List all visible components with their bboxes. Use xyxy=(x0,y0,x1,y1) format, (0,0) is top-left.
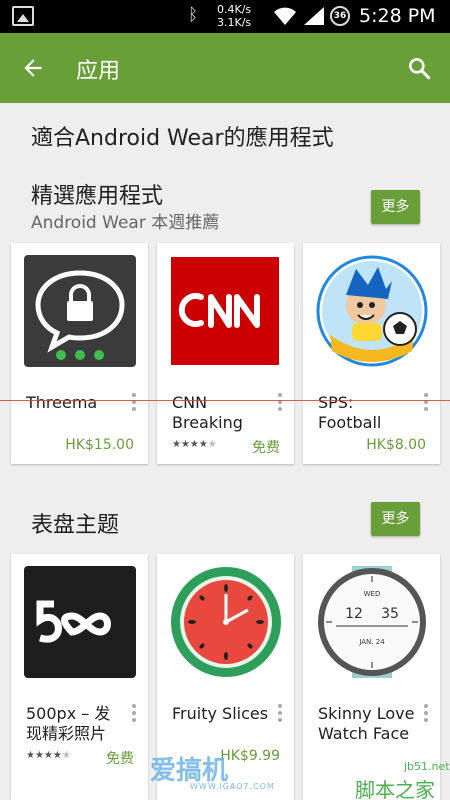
500px-logo-icon xyxy=(24,566,136,678)
speed-up: 0.4K/s xyxy=(217,3,252,16)
section-subtitle-featured: Android Wear 本週推薦 xyxy=(31,213,220,233)
search-icon[interactable] xyxy=(406,55,432,81)
svg-text:12: 12 xyxy=(345,606,363,622)
cnn-logo-icon xyxy=(171,257,279,365)
overflow-menu-icon[interactable] xyxy=(424,393,428,414)
app-price: HK$8.00 xyxy=(366,437,426,453)
app-card-cnn[interactable]: CNN Breaking ★★★★★ 免费 xyxy=(157,243,294,464)
overflow-menu-icon[interactable] xyxy=(132,704,136,725)
app-name: Threema xyxy=(26,393,98,412)
app-name: Fruity Slices xyxy=(172,704,269,723)
app-price: HK$9.99 xyxy=(220,748,280,764)
gallery-icon xyxy=(12,6,34,26)
app-price: 免费 xyxy=(106,751,134,767)
app-card-threema[interactable]: Threema HK$15.00 xyxy=(11,243,148,464)
svg-text:WED: WED xyxy=(364,590,381,598)
skinny-love-watch-icon: WED 12 35 JAN. 24 xyxy=(316,566,428,678)
app-bar-title: 应用 xyxy=(76,59,121,84)
overflow-menu-icon[interactable] xyxy=(132,393,136,414)
app-bar: 应用 xyxy=(0,33,450,103)
threema-lock-icon xyxy=(24,255,136,367)
svg-text:35: 35 xyxy=(381,606,399,622)
network-speed: 0.4K/s 3.1K/s xyxy=(217,3,251,29)
signal-icon xyxy=(304,7,324,25)
red-guide-line xyxy=(0,400,450,401)
section-title-watch-faces: 表盘主题 xyxy=(31,513,120,538)
app-name: 500px – 发现精彩照片 xyxy=(26,704,111,743)
watermark-jb51-url: jb51.net xyxy=(404,760,450,773)
speed-down: 3.1K/s xyxy=(217,16,252,29)
watermark-jb51: 脚本之家 xyxy=(355,778,435,800)
app-price: HK$15.00 xyxy=(65,437,134,453)
app-name: Skinny Love Watch Face xyxy=(318,704,415,743)
overflow-menu-icon[interactable] xyxy=(424,704,428,725)
battery-icon: 36 xyxy=(330,6,350,26)
app-card-500px[interactable]: 500px – 发现精彩照片 ★★★★★ 免费 xyxy=(11,554,148,800)
sps-football-icon xyxy=(316,255,428,367)
more-button-featured[interactable]: 更多 xyxy=(371,190,420,224)
overflow-menu-icon[interactable] xyxy=(278,393,282,414)
app-card-sps-football[interactable]: SPS: Football HK$8.00 xyxy=(303,243,440,464)
app-name: SPS: Football xyxy=(318,393,382,432)
star-rating: ★★★★★ xyxy=(172,439,217,450)
arrow-back-icon[interactable] xyxy=(20,55,46,81)
app-price: 免费 xyxy=(252,440,280,456)
more-button-watch-faces[interactable]: 更多 xyxy=(371,502,420,536)
bluetooth-icon: ᛒ xyxy=(188,5,199,25)
wifi-icon xyxy=(274,7,296,25)
svg-text:JAN. 24: JAN. 24 xyxy=(358,638,385,646)
overflow-menu-icon[interactable] xyxy=(278,704,282,725)
watermelon-watch-icon xyxy=(170,566,282,678)
clock: 5:28 PM xyxy=(359,5,436,27)
watermark-igao7-url: WWW.IGAO7.COM xyxy=(190,782,275,791)
status-bar: ᛒ 0.4K/s 3.1K/s 36 5:28 PM xyxy=(0,0,450,33)
page-title: 適合Android Wear的應用程式 xyxy=(31,126,334,151)
section-title-featured: 精選應用程式 xyxy=(31,184,164,209)
star-rating: ★★★★★ xyxy=(26,750,71,761)
app-name: CNN Breaking xyxy=(172,393,243,432)
